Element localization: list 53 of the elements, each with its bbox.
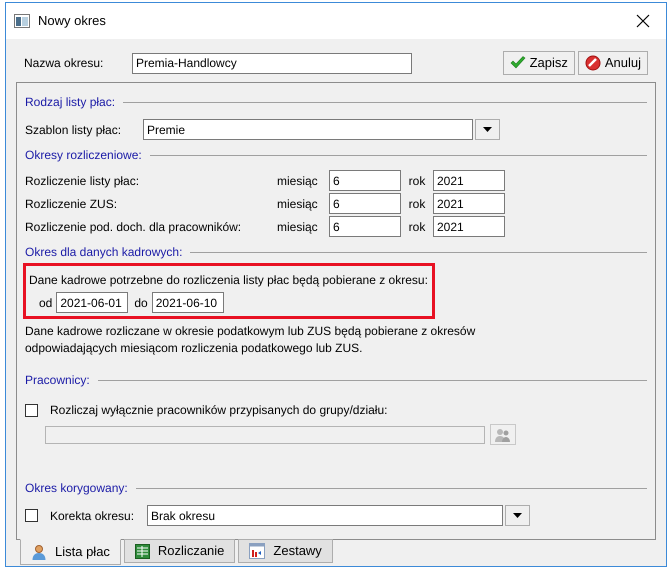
month-field[interactable]: 6	[329, 216, 401, 237]
window-title: Nowy okres	[38, 12, 107, 30]
forbidden-icon	[584, 55, 601, 71]
month-field[interactable]: 6	[329, 193, 401, 214]
checkbox-label: Korekta okresu:	[50, 508, 136, 524]
section-heading: Pracownicy:	[25, 372, 90, 389]
checkbox[interactable]	[25, 404, 38, 416]
report-icon	[249, 543, 266, 559]
tab[interactable]: Lista płac	[20, 539, 121, 565]
field-label: miesiąc	[277, 172, 319, 190]
tab[interactable]: Rozliczanie	[124, 539, 236, 563]
note-text: Dane kadrowe rozliczane w okresie podatkowym lub ZUS będą pobierane z okresów odpowiadających miesiącom rozliczenia podatkowego lub ZUS.	[25, 323, 476, 357]
field-label: miesiąc	[277, 218, 319, 236]
dialog-button[interactable]: Anuluj	[578, 51, 648, 75]
year-field[interactable]: 2021	[433, 170, 505, 191]
section-heading: Okresy rozliczeniowe:	[25, 147, 142, 164]
field-label: Rozliczenie pod. doch. dla pracowników:	[25, 218, 242, 236]
year-field[interactable]: 2021	[433, 216, 505, 237]
section-heading: Rodzaj listy płac:	[25, 94, 116, 111]
month-field[interactable]: 6	[329, 170, 401, 191]
close-icon	[636, 14, 650, 28]
field-label: rok	[408, 218, 426, 236]
dialog-button[interactable]: Zapisz	[502, 51, 575, 75]
caret-icon	[513, 513, 522, 518]
checkmark-icon	[510, 56, 526, 70]
date-field[interactable]: 2021-06-10	[152, 292, 224, 313]
section-heading: Okres korygowany:	[25, 480, 128, 497]
field-label: rok	[408, 172, 426, 190]
dropdown-button[interactable]	[505, 505, 530, 526]
tab[interactable]: Zestawy	[238, 539, 333, 563]
dropdown-button[interactable]	[475, 119, 500, 140]
dropdown-field[interactable]: Brak okresu	[147, 505, 503, 526]
checkbox[interactable]	[25, 509, 38, 522]
person-icon	[31, 544, 47, 560]
field-label: rok	[408, 196, 426, 212]
field-label: Szablon listy płac:	[25, 122, 122, 138]
intro-text: Dane kadrowe potrzebne do rozliczenia listy płac będą pobierane z okresu:	[29, 272, 429, 289]
field-label: Rozliczenie ZUS:	[25, 196, 118, 212]
caret-icon	[483, 127, 492, 132]
name-field[interactable]: Premia-Handlowcy	[132, 52, 412, 74]
date-field[interactable]: 2021-06-01	[56, 292, 128, 313]
field-label: Nazwa okresu:	[24, 55, 104, 72]
spreadsheet-icon	[134, 544, 150, 558]
year-field[interactable]: 2021	[433, 193, 505, 214]
field-label: Rozliczenie listy płac:	[25, 172, 140, 190]
dropdown-field[interactable]: Premie	[143, 119, 473, 140]
checkbox-label: Rozliczaj wyłącznie pracowników przypisanych do grupy/działu:	[50, 402, 388, 419]
people-icon	[495, 428, 511, 442]
field-label: od	[39, 294, 52, 312]
field-label: miesiąc	[277, 196, 319, 212]
field-label: do	[134, 294, 148, 312]
section-heading: Okres dla danych kadrowych:	[25, 244, 182, 261]
app-icon	[14, 14, 30, 28]
